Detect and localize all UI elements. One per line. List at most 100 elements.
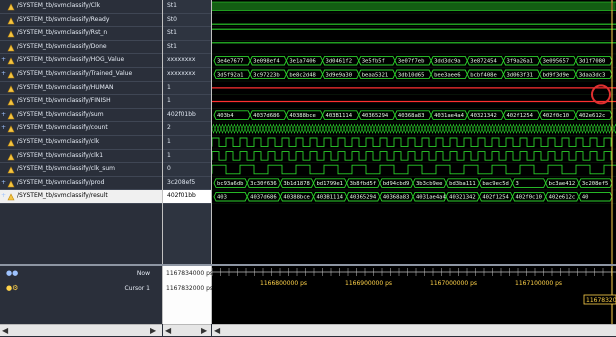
waveform-Rst_n[interactable] (212, 28, 616, 41)
signal-name: /SYSTEM_tb/svmclassify/Trained_Value (17, 70, 133, 77)
signal-name: /SYSTEM_tb/svmclassify/HOG_Value (17, 56, 125, 64)
bus-value-label: 4037d686 (250, 195, 277, 201)
signal-row[interactable]: +/SYSTEM_tb/svmclassify/count (0, 122, 162, 136)
signal-row[interactable]: /SYSTEM_tb/svmclassify/clk1 (0, 150, 162, 164)
bus-value-label: 3b8fbd5f (350, 181, 377, 187)
value-row: St0 (163, 14, 211, 28)
signal-row[interactable]: /SYSTEM_tb/svmclassify/Done (0, 41, 162, 55)
signal-row[interactable]: /SYSTEM_tb/svmclassify/clk (0, 136, 162, 150)
signal-row[interactable]: +/SYSTEM_tb/svmclassify/HOG_Value (0, 54, 162, 68)
bus-value-label: 403B1114 (317, 195, 344, 201)
bus-value-label: 40388bce (283, 195, 310, 201)
now-value: 1167834000 ps (166, 270, 214, 277)
signal-value: 402f01bb (167, 192, 196, 200)
cursor-names: ●● Now ●⚙ Cursor 1 (0, 266, 163, 324)
waveform-result[interactable]: 403 4037d686 40388bce 403B1114 40365294 40368… (212, 191, 616, 204)
waveform-sum[interactable]: 403b4 4037d686 40388bce 403B1114 40365294 403… (212, 110, 616, 123)
wave-scrollbar[interactable]: ◀ (212, 324, 616, 336)
scroll-left-icon[interactable]: ◀ (2, 326, 8, 335)
bus-value-label: bd3ba111 (449, 181, 476, 187)
signal-value: 1 (167, 151, 171, 159)
value-row: 3c208ef5 (163, 177, 211, 191)
bus-value-label: 40368a83 (398, 113, 425, 119)
bus-value-label: 3e872454 (470, 59, 497, 65)
signal-icon (7, 84, 15, 93)
signal-value: St0 (167, 15, 177, 23)
signal-row[interactable]: +/SYSTEM_tb/svmclassify/Trained_Value (0, 68, 162, 82)
timeline-canvas[interactable]: 1166800000 ps 1166900000 ps 1167000000 ps 1… (212, 266, 616, 324)
signal-row[interactable]: +/SYSTEM_tb/svmclassify/prod (0, 177, 162, 191)
waveform-Done[interactable] (212, 42, 616, 55)
waveform-clk1[interactable] (212, 151, 616, 163)
signal-value: 1 (167, 97, 171, 105)
signal-row[interactable]: /SYSTEM_tb/svmclassify/Ready (0, 14, 162, 28)
value-row: 1 (163, 82, 211, 96)
signal-value: xxxxxxxx (167, 56, 196, 64)
waveform-HUMAN[interactable] (212, 87, 616, 95)
signal-icon (7, 16, 15, 25)
signal-name: /SYSTEM_tb/svmclassify/clk (17, 138, 100, 145)
signal-row[interactable]: /SYSTEM_tb/svmclassify/Rst_n (0, 27, 162, 41)
bus-value-label: 40 (582, 195, 589, 201)
bus-value-label: 3d0461f2 (326, 59, 353, 65)
bus-value-label: 3dd3dc9a (434, 59, 461, 65)
waveform-FINISH[interactable] (212, 100, 616, 109)
bus-value-label: 402f1254 (482, 195, 509, 201)
bus-value-label: 403 (217, 195, 227, 201)
signal-icon (7, 152, 15, 161)
signal-icon (7, 30, 15, 38)
waveform-Trained_Value[interactable]: 3d5f92a1 3c97223b be8c2d48 3d9e9a30 beaa5321… (212, 69, 616, 82)
scroll-left-icon[interactable]: ◀ (214, 326, 220, 335)
timeline-ruler[interactable]: 1166800000 ps 1166900000 ps 1167000000 ps 1… (212, 266, 616, 324)
signal-name: /SYSTEM_tb/svmclassify/Ready (17, 15, 110, 23)
waveform-canvas[interactable]: 3e4e7677 3e098ef4 3e1a7406 3d0461f2 3e5fb5f 3… (212, 0, 616, 264)
waveform-HOG_Value[interactable]: 3e4e7677 3e098ef4 3e1a7406 3d0461f2 3e5fb5f 3… (212, 55, 616, 68)
bus-value-label: 3b3cb9ee (416, 181, 443, 187)
value-row: xxxxxxxx (163, 54, 211, 68)
signal-row[interactable]: +/SYSTEM_tb/svmclassify/sum (0, 109, 162, 123)
signal-value: 402f01bb (167, 110, 196, 118)
signal-row[interactable]: /SYSTEM_tb/svmclassify/FINISH (0, 95, 162, 109)
bus-value-label: 40365294 (362, 113, 389, 119)
scroll-right-icon[interactable]: ▶ (201, 326, 207, 335)
value-row: 0 (163, 163, 211, 177)
bus-value-label: 402f1254 (506, 113, 533, 119)
bus-value-label: 4031ae4a4 (434, 113, 464, 119)
signal-name: /SYSTEM_tb/svmclassify/prod (17, 178, 105, 186)
signal-icon (7, 71, 15, 79)
names-scrollbar[interactable]: ◀ ▶ (0, 324, 162, 336)
signal-row[interactable]: /SYSTEM_tb/svmclassify/Clk (0, 0, 162, 14)
bus-value-label: 40365294 (350, 195, 377, 201)
signal-row[interactable]: +/SYSTEM_tb/svmclassify/result (0, 190, 162, 204)
waveform-prod[interactable]: bc93a6db 3c30f636 3b1d1878 bd1799e1 3b8fbd5f… (212, 178, 616, 191)
bus-value-label: bcbf408e (470, 72, 497, 78)
signal-icon (7, 193, 15, 201)
tick-label: 1166800000 ps (260, 280, 307, 287)
cursor-value[interactable]: 1167832000 ps (166, 285, 213, 292)
cursor-values: 1167834000 ps 1167832000 ps (163, 266, 214, 324)
value-row: St1 (163, 41, 211, 55)
bus-value-label: 40388bce (289, 113, 316, 119)
signal-name: /SYSTEM_tb/svmclassify/Rst_n (17, 29, 108, 37)
bus-value-label: 4031ae4a4 (416, 195, 446, 201)
waveform-count[interactable] (212, 123, 616, 136)
waveform-Clk[interactable] (212, 1, 616, 14)
scroll-left-icon[interactable]: ◀ (165, 326, 171, 335)
signal-row[interactable]: /SYSTEM_tb/svmclassify/HUMAN (0, 82, 162, 96)
signal-name: /SYSTEM_tb/svmclassify/clk_sum (17, 165, 115, 173)
bus-value-label: 3e4e7677 (217, 59, 244, 65)
signal-row[interactable]: /SYSTEM_tb/svmclassify/clk_sum (0, 163, 162, 177)
bus-value-label: 403B1114 (326, 113, 353, 119)
signal-value: 2 (167, 124, 171, 132)
signal-names-pane: /SYSTEM_tb/svmclassify/Clk/SYSTEM_tb/svm… (0, 0, 163, 264)
cursor-label: Cursor 1 (124, 285, 150, 292)
value-row: 1 (163, 150, 211, 164)
values-scrollbar[interactable]: ◀ ▶ (163, 324, 211, 336)
waveform-Ready[interactable] (212, 23, 616, 28)
waveform-clk_sum[interactable] (212, 164, 616, 177)
waveform-pane[interactable]: 3e4e7677 3e098ef4 3e1a7406 3d0461f2 3e5fb5f 3… (212, 0, 616, 264)
scroll-right-icon[interactable]: ▶ (150, 326, 156, 335)
signal-value: 1 (167, 138, 171, 145)
waveform-clk[interactable] (212, 137, 616, 150)
bus-value-label: be8c2d48 (289, 72, 316, 78)
